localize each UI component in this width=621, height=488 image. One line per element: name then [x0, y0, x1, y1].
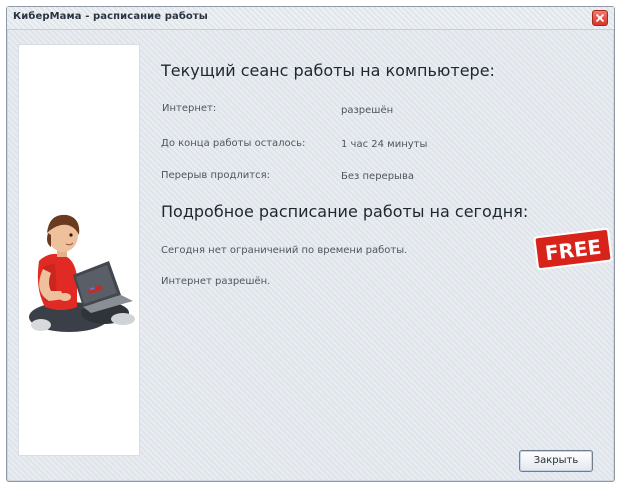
break-value: Без перерыва: [341, 171, 414, 182]
schedule-line-no-limits: Сегодня нет ограничений по времени работ…: [161, 245, 408, 256]
free-badge: FREE: [533, 227, 613, 271]
window-close-button[interactable]: [592, 10, 608, 26]
internet-value: разрешён: [341, 105, 394, 116]
close-x-icon: [596, 14, 604, 22]
window-title: КиберМама - расписание работы: [13, 11, 208, 22]
current-session-heading: Текущий сеанс работы на компьютере:: [161, 61, 495, 80]
title-bar: КиберМама - расписание работы: [7, 7, 614, 30]
close-button[interactable]: Закрыть: [519, 450, 593, 472]
schedule-line-internet: Интернет разрешён.: [161, 276, 271, 287]
time-left-label: До конца работы осталось:: [161, 138, 306, 149]
time-left-value: 1 час 24 минуты: [341, 139, 428, 150]
boy-with-laptop-illustration: [29, 214, 135, 332]
schedule-heading: Подробное расписание работы на сегодня:: [161, 202, 529, 221]
illustration-panel: [18, 44, 140, 456]
break-label: Перерыв продлится:: [161, 170, 271, 181]
internet-label: Интернет:: [162, 103, 217, 114]
